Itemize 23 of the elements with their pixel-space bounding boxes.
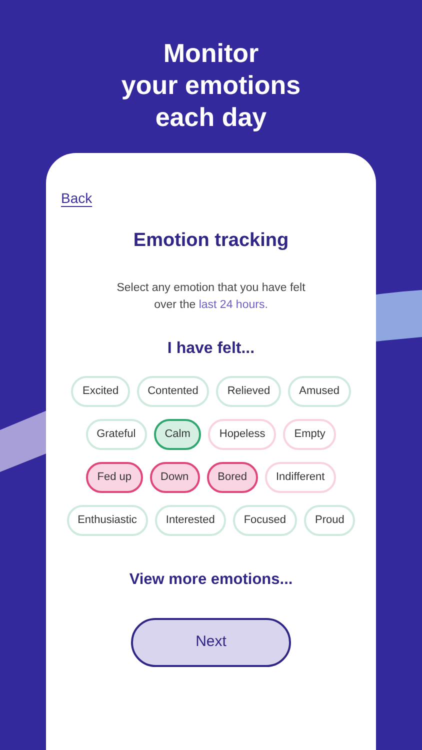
instruction-text: Select any emotion that you have felt over the last 24 hours. <box>116 280 306 313</box>
emotion-chip[interactable]: Contented <box>136 376 210 407</box>
emotion-chip[interactable]: Enthusiastic <box>66 504 148 536</box>
emotion-chip[interactable]: Focused <box>232 504 298 536</box>
emotion-chip[interactable]: Excited <box>71 376 130 407</box>
emotion-chip[interactable]: Calm <box>154 418 202 450</box>
next-button[interactable]: Next <box>131 618 291 668</box>
emotion-chip[interactable]: Indifferent <box>265 462 336 493</box>
emotion-chip[interactable]: Hopeless <box>208 418 276 450</box>
emotion-chip[interactable]: Amused <box>288 376 350 407</box>
emotion-chip[interactable]: Down <box>150 462 200 493</box>
emotion-chip[interactable]: Interested <box>154 504 226 536</box>
emotion-chip[interactable]: Bored <box>206 462 258 493</box>
screen-title: Emotion tracking <box>132 230 290 253</box>
emotion-chip[interactable]: Relieved <box>216 376 282 407</box>
prompt-heading: I have felt... <box>166 338 256 358</box>
emotion-chip[interactable]: Empty <box>283 418 336 450</box>
view-more-link[interactable]: View more emotions... <box>46 568 376 592</box>
back-link[interactable]: Back <box>61 190 92 206</box>
headline: Monitor your emotions each day <box>120 37 302 133</box>
emotion-chip[interactable]: Grateful <box>86 418 147 450</box>
emotion-chip[interactable]: Fed up <box>86 462 143 493</box>
emotion-chip[interactable]: Proud <box>304 504 356 536</box>
